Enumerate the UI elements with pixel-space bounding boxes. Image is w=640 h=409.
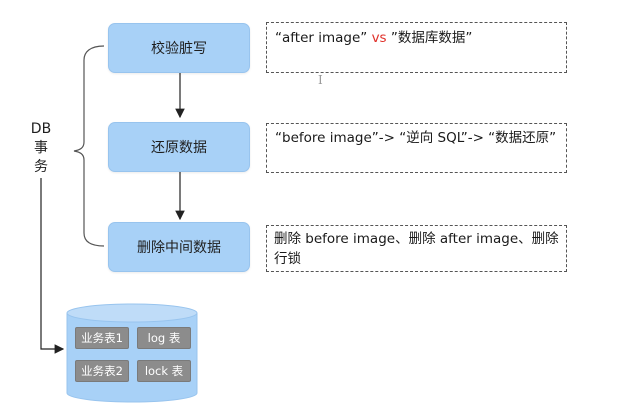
left-brace — [73, 45, 105, 247]
note-1-vs: vs — [371, 30, 387, 46]
step-check-dirty-write: 校验脏写 — [108, 23, 250, 73]
database-cylinder: 业务表1 log 表 业务表2 lock 表 — [66, 303, 198, 403]
step-delete-intermediate-data: 删除中间数据 — [108, 222, 250, 272]
side-label-line-3: 务 — [34, 159, 48, 175]
rollback-diagram: DB 事 务 校验脏写 还原数据 删除中间数据 “after image” vs… — [0, 0, 640, 409]
text-cursor-icon: I — [318, 73, 323, 87]
step-restore-data: 还原数据 — [108, 122, 250, 172]
cylinder-shape — [66, 303, 198, 403]
note-1-text-a: “after image” — [275, 30, 372, 46]
table-business-1: 业务表1 — [75, 327, 129, 349]
note-2-text: “before image”-> “逆向 SQL”-> “数据还原” — [275, 130, 557, 146]
arrow-transaction-to-db — [40, 178, 65, 354]
note-check-dirty-write: “after image” vs ”数据库数据” — [266, 22, 567, 73]
table-log: log 表 — [137, 327, 191, 349]
note-delete-intermediate-data: 删除 before image、删除 after image、删除行锁 — [266, 225, 567, 272]
note-3-text: 删除 before image、删除 after image、删除行锁 — [274, 231, 559, 267]
db-transaction-label: DB 事 务 — [27, 120, 55, 177]
table-business-2: 业务表2 — [75, 360, 129, 382]
table-lock: lock 表 — [137, 360, 191, 382]
note-1-text-b: ”数据库数据” — [386, 30, 473, 46]
side-label-line-2: 事 — [34, 140, 48, 156]
side-label-line-1: DB — [30, 121, 52, 137]
note-restore-data: “before image”-> “逆向 SQL”-> “数据还原” — [266, 123, 567, 173]
